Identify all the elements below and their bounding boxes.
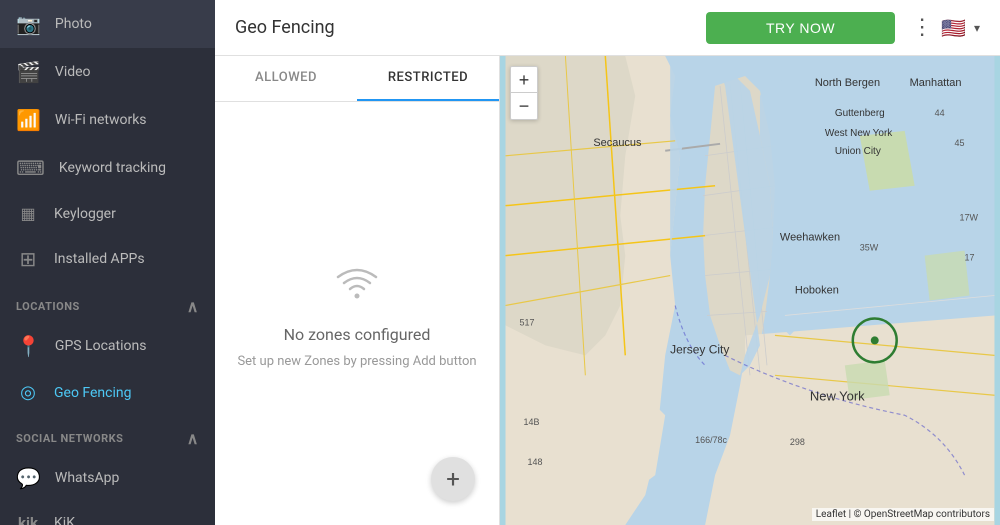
svg-text:17: 17 [965, 253, 975, 263]
sidebar-item-wifi[interactable]: 📶 Wi-Fi networks [0, 96, 215, 144]
sidebar-item-label: Keyword tracking [59, 160, 166, 176]
topbar-icons: ⋮ 🇺🇸 ▾ [911, 15, 980, 40]
svg-text:298: 298 [790, 437, 805, 447]
svg-text:14B: 14B [523, 417, 539, 427]
sidebar-item-gps[interactable]: 📍 GPS Locations [0, 322, 215, 370]
sidebar-item-whatsapp[interactable]: 💬 WhatsApp [0, 454, 215, 502]
sidebar-item-geofencing[interactable]: ◎ Geo Fencing [0, 370, 215, 415]
svg-text:44: 44 [935, 108, 945, 118]
sidebar-item-photo[interactable]: 📷 Photo [0, 0, 215, 48]
svg-text:166/78c: 166/78c [695, 435, 727, 445]
main-area: Geo Fencing TRY NOW ⋮ 🇺🇸 ▾ ALLOWED RESTR… [215, 0, 1000, 525]
left-panel: ALLOWED RESTRICTED No zones configured [215, 56, 500, 525]
no-zones-icon [329, 258, 385, 315]
svg-text:Secaucus: Secaucus [593, 137, 642, 149]
empty-subtitle: Set up new Zones by pressing Add button [237, 354, 476, 369]
sidebar-item-label: Photo [55, 16, 92, 32]
photo-icon: 📷 [16, 12, 41, 36]
svg-text:New York: New York [810, 388, 865, 403]
sidebar-item-keyword[interactable]: ⌨ Keyword tracking [0, 144, 215, 192]
map-controls: + − [510, 66, 538, 120]
svg-text:Jersey City: Jersey City [670, 342, 729, 356]
sidebar-item-video[interactable]: 🎬 Video [0, 48, 215, 96]
svg-text:Guttenberg: Guttenberg [835, 108, 885, 119]
kik-icon: kik [16, 514, 40, 525]
sidebar-item-label: Video [55, 64, 91, 80]
more-icon[interactable]: ⋮ [911, 15, 933, 40]
sidebar-item-label: Geo Fencing [54, 385, 132, 401]
empty-title: No zones configured [284, 325, 431, 344]
map-area: + − [500, 56, 1000, 525]
try-now-button[interactable]: TRY NOW [706, 12, 895, 44]
gps-icon: 📍 [16, 334, 41, 358]
svg-text:45: 45 [955, 138, 965, 148]
svg-text:35W: 35W [860, 243, 879, 253]
svg-text:Union City: Union City [835, 146, 881, 157]
svg-text:148: 148 [527, 457, 542, 467]
add-zone-button[interactable]: + [431, 457, 475, 501]
sidebar-item-label: WhatsApp [55, 470, 119, 486]
tab-allowed[interactable]: ALLOWED [215, 56, 357, 101]
keylogger-icon: ▦ [16, 204, 40, 223]
whatsapp-icon: 💬 [16, 466, 41, 490]
tab-restricted[interactable]: RESTRICTED [357, 56, 499, 101]
chevron-up-icon-social[interactable]: ∧ [187, 429, 199, 448]
section-social: SOCIAL NETWORKS ∧ [0, 415, 215, 454]
geofencing-icon: ◎ [16, 382, 40, 403]
tabs-bar: ALLOWED RESTRICTED [215, 56, 499, 102]
svg-text:Hoboken: Hoboken [795, 284, 839, 296]
dropdown-chevron-icon[interactable]: ▾ [974, 21, 980, 35]
svg-text:North Bergen: North Bergen [815, 77, 880, 89]
wifi-icon: 📶 [16, 108, 41, 132]
chevron-up-icon[interactable]: ∧ [187, 297, 199, 316]
sidebar-item-installedapps[interactable]: ⊞ Installed APPs [0, 235, 215, 283]
svg-text:West New York: West New York [825, 128, 892, 139]
zoom-out-button[interactable]: − [511, 93, 537, 119]
sidebar: 📷 Photo 🎬 Video 📶 Wi-Fi networks ⌨ Keywo… [0, 0, 215, 525]
map-attribution: Leaflet | © OpenStreetMap contributors [812, 508, 994, 521]
section-locations: LOCATIONS ∧ [0, 283, 215, 322]
empty-state: No zones configured Set up new Zones by … [215, 102, 499, 525]
video-icon: 🎬 [16, 60, 41, 84]
flag-icon[interactable]: 🇺🇸 [941, 16, 966, 40]
apps-icon: ⊞ [16, 247, 40, 271]
sidebar-item-label: Wi-Fi networks [55, 112, 147, 128]
svg-text:Weehawken: Weehawken [780, 232, 840, 244]
sidebar-item-label: Keylogger [54, 206, 116, 222]
sidebar-item-keylogger[interactable]: ▦ Keylogger [0, 192, 215, 235]
keyboard-icon: ⌨ [16, 156, 45, 180]
sidebar-item-label: GPS Locations [55, 338, 147, 354]
sidebar-item-label: Installed APPs [54, 251, 145, 267]
svg-text:17W: 17W [960, 213, 979, 223]
map-svg: North Bergen Guttenberg West New York Un… [500, 56, 1000, 525]
zoom-in-button[interactable]: + [511, 67, 537, 93]
topbar: Geo Fencing TRY NOW ⋮ 🇺🇸 ▾ [215, 0, 1000, 56]
content-area: ALLOWED RESTRICTED No zones configured [215, 56, 1000, 525]
sidebar-item-label: KiK [54, 515, 75, 525]
page-title: Geo Fencing [235, 17, 690, 38]
svg-text:517: 517 [519, 317, 534, 327]
sidebar-item-kik[interactable]: kik KiK [0, 502, 215, 525]
svg-text:Manhattan: Manhattan [910, 77, 962, 89]
